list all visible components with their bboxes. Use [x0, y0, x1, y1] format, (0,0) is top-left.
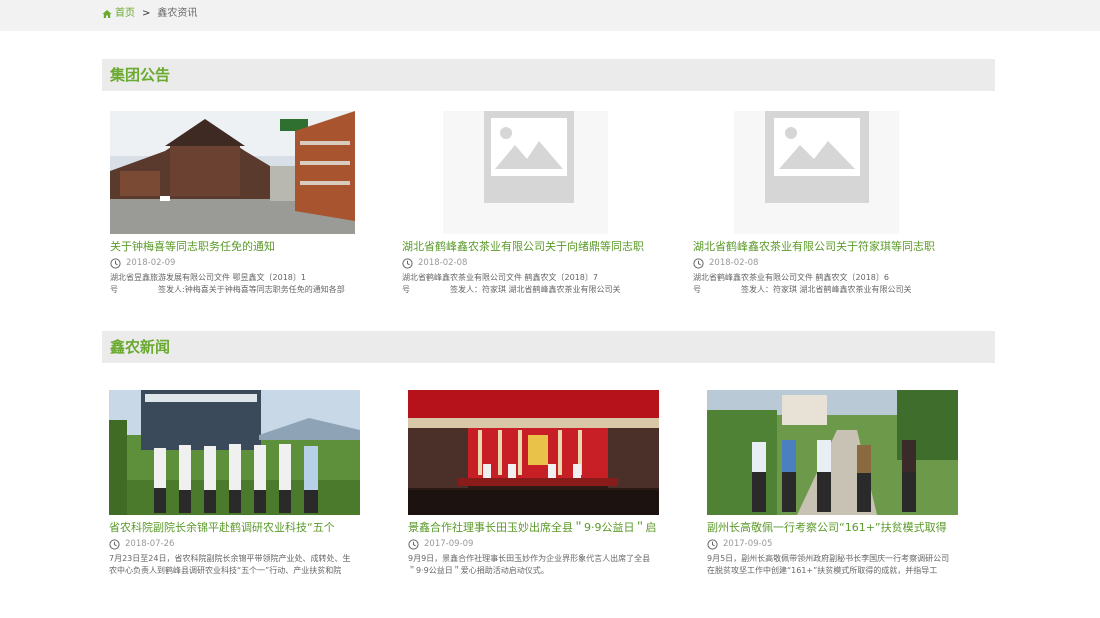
- news-card[interactable]: 省农科院副院长余锦平赴鹤调研农业科技“五个 2018-07-26 7月23日至2…: [109, 390, 369, 577]
- section-header-news: 鑫农新闻: [102, 331, 995, 363]
- summary-line: 7月23日至24日，省农科院副院长余锦平带领院产业处、成转处、生: [109, 554, 351, 563]
- announcement-thumbnail[interactable]: [693, 111, 938, 234]
- building-photo: [110, 111, 355, 234]
- clock-icon: [110, 257, 121, 269]
- news-date: 2018-07-26: [125, 538, 175, 549]
- summary-line: 号 签发人：符家琪 湖北省鹤峰鑫农茶业有限公司关: [693, 285, 912, 294]
- summary-line: 在脱贫攻坚工作中创建“161+”扶贫模式所取得的成就，并指导工: [707, 566, 938, 575]
- announcement-card[interactable]: 湖北省鹤峰鑫农茶业有限公司关于向绪鼎等同志职 2018-02-08 湖北省鹤峰鑫…: [402, 111, 662, 296]
- date-row: 2017-09-05: [707, 538, 967, 550]
- announcement-date: 2018-02-08: [709, 257, 759, 268]
- image-placeholder-icon: [765, 111, 869, 203]
- announcement-summary: 湖北省昱鑫旅游发展有限公司文件 鄂昱鑫文〔2018〕1 号 签发人:钟梅喜关于钟…: [110, 272, 355, 296]
- date-row: 2018-02-08: [402, 257, 662, 269]
- news-date: 2017-09-05: [723, 538, 773, 549]
- breadcrumb-current: 鑫农资讯: [157, 8, 198, 19]
- news-thumbnail[interactable]: [408, 390, 659, 515]
- announcement-title[interactable]: 关于钟梅喜等同志职务任免的通知: [110, 240, 370, 254]
- date-row: 2018-02-08: [693, 257, 953, 269]
- announcement-date: 2018-02-08: [418, 257, 468, 268]
- section-header-announcements: 集团公告: [102, 59, 995, 91]
- breadcrumb-separator: >: [142, 8, 151, 19]
- summary-line: 湖北省昱鑫旅游发展有限公司文件 鄂昱鑫文〔2018〕1: [110, 273, 306, 282]
- home-icon: [102, 10, 112, 18]
- section-title[interactable]: 鑫农新闻: [110, 337, 170, 357]
- clock-icon: [109, 538, 120, 550]
- summary-line: 号 签发人：符家琪 湖北省鹤峰鑫农茶业有限公司关: [402, 285, 621, 294]
- announcement-title[interactable]: 湖北省鹤峰鑫农茶业有限公司关于向绪鼎等同志职: [402, 240, 662, 254]
- breadcrumb-home-link[interactable]: 首页: [115, 7, 135, 21]
- news-card[interactable]: 景鑫合作社理事长田玉妙出席全县＂9·9公益日＂启 2017-09-09 9月9日…: [408, 390, 668, 577]
- news-summary: 9月5日，副州长高敬佩带领州政府副秘书长李国庆一行考察调研公司 在脱贫攻坚工作中…: [707, 553, 958, 577]
- section-title[interactable]: 集团公告: [110, 65, 170, 85]
- summary-line: 9月9日，景鑫合作社理事长田玉妙作为企业界形象代言人出席了全县: [408, 554, 651, 563]
- announcement-thumbnail[interactable]: [110, 111, 355, 234]
- announcement-date: 2018-02-09: [126, 257, 176, 268]
- summary-line: 9月5日，副州长高敬佩带领州政府副秘书长李国庆一行考察调研公司: [707, 554, 950, 563]
- date-row: 2018-02-09: [110, 257, 370, 269]
- date-row: 2017-09-09: [408, 538, 668, 550]
- news-title[interactable]: 副州长高敬佩一行考察公司“161+”扶贫模式取得: [707, 521, 967, 535]
- announcement-card[interactable]: 湖北省鹤峰鑫农茶业有限公司关于符家琪等同志职 2018-02-08 湖北省鹤峰鑫…: [693, 111, 953, 296]
- announcement-summary: 湖北省鹤峰鑫农茶业有限公司文件 鹤鑫农文〔2018〕7 号 签发人：符家琪 湖北…: [402, 272, 647, 296]
- news-card[interactable]: 副州长高敬佩一行考察公司“161+”扶贫模式取得 2017-09-05 9月5日…: [707, 390, 967, 577]
- date-row: 2018-07-26: [109, 538, 369, 550]
- ceremony-stage-photo: [408, 390, 659, 515]
- news-thumbnail[interactable]: [109, 390, 360, 515]
- news-thumbnail[interactable]: [707, 390, 958, 515]
- announcement-thumbnail[interactable]: [402, 111, 647, 234]
- announcement-summary: 湖北省鹤峰鑫农茶业有限公司文件 鹤鑫农文〔2018〕6 号 签发人：符家琪 湖北…: [693, 272, 938, 296]
- news-summary: 7月23日至24日，省农科院副院长余锦平带领院产业处、成转处、生 农中心负责人到…: [109, 553, 360, 577]
- news-summary: 9月9日，景鑫合作社理事长田玉妙作为企业界形象代言人出席了全县 ＂9·9公益日＂…: [408, 553, 659, 577]
- clock-icon: [402, 257, 413, 269]
- clock-icon: [408, 538, 419, 550]
- image-placeholder: [734, 111, 899, 234]
- image-placeholder: [443, 111, 608, 234]
- field-inspection-photo: [707, 390, 958, 515]
- summary-line: 号 签发人:钟梅喜关于钟梅喜等同志职务任免的通知各部门:: [110, 285, 345, 294]
- clock-icon: [707, 538, 718, 550]
- image-placeholder-icon: [484, 111, 574, 203]
- summary-line: 湖北省鹤峰鑫农茶业有限公司文件 鹤鑫农文〔2018〕6: [693, 273, 889, 282]
- breadcrumb-bar: 首页 > 鑫农资讯: [0, 0, 1100, 31]
- announcement-title[interactable]: 湖北省鹤峰鑫农茶业有限公司关于符家琪等同志职: [693, 240, 953, 254]
- announcement-card[interactable]: 关于钟梅喜等同志职务任免的通知 2018-02-09 湖北省昱鑫旅游发展有限公司…: [110, 111, 370, 296]
- summary-line: 湖北省鹤峰鑫农茶业有限公司文件 鹤鑫农文〔2018〕7: [402, 273, 598, 282]
- news-title[interactable]: 省农科院副院长余锦平赴鹤调研农业科技“五个: [109, 521, 369, 535]
- tea-field-group-photo: [109, 390, 360, 515]
- breadcrumb: 首页 > 鑫农资讯: [102, 7, 197, 21]
- news-title[interactable]: 景鑫合作社理事长田玉妙出席全县＂9·9公益日＂启: [408, 521, 668, 535]
- news-date: 2017-09-09: [424, 538, 474, 549]
- summary-line: 农中心负责人到鹤峰县调研农业科技“五个一”行动、产业扶贫和院: [109, 566, 342, 575]
- clock-icon: [693, 257, 704, 269]
- summary-line: ＂9·9公益日＂爱心捐助活动启动仪式。: [408, 566, 549, 575]
